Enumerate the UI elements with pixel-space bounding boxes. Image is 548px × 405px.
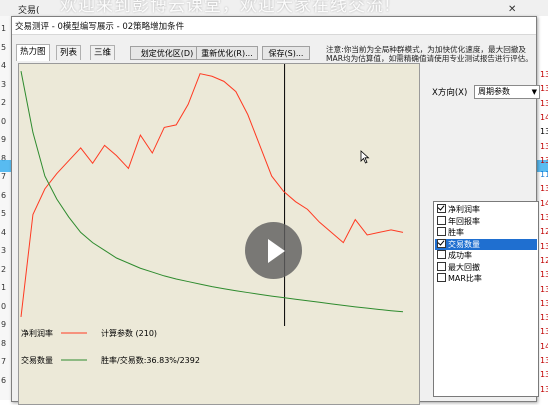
checkbox-icon[interactable] bbox=[437, 250, 446, 259]
metric-label: 成功率 bbox=[448, 251, 472, 260]
legend-profit-info: 计算参数 (210) bbox=[101, 329, 158, 338]
right-row-value: 13 bbox=[540, 127, 548, 137]
right-row-value: 13 bbox=[540, 241, 548, 251]
metric-list[interactable]: 净利润率年回报率胜率交易数量成功率最大回撤 MAR比率 bbox=[433, 201, 539, 397]
xdirection-select[interactable]: 周期参数 ▼ bbox=[474, 85, 540, 99]
right-row-value: 13 bbox=[540, 313, 548, 323]
left-row-number: 4 bbox=[1, 227, 7, 237]
left-row-number: 6 bbox=[1, 375, 7, 385]
right-row-value: 11 bbox=[540, 170, 548, 180]
play-icon bbox=[268, 239, 285, 263]
tab-heatmap[interactable]: 热力图 bbox=[16, 44, 50, 61]
right-row-value: 14 bbox=[540, 341, 548, 351]
checkbox-icon[interactable] bbox=[437, 227, 446, 236]
set-region-button[interactable]: 划定优化区(D) bbox=[130, 46, 204, 60]
optimization-dialog: 交易测评 - 0模型编写展示 - 02策略增加条件 热力图 列表 三维 划定优化… bbox=[11, 16, 540, 405]
right-row-value: 13 bbox=[540, 184, 548, 194]
chart-area[interactable]: 净利润率 计算参数 (210) 交易数量 胜率/交易数:36.83%/2392 bbox=[18, 63, 420, 405]
metric-item[interactable]: MAR比率 bbox=[435, 273, 537, 284]
metric-item[interactable]: 胜率 bbox=[435, 227, 537, 238]
dialog-title: 交易测评 - 0模型编写展示 - 02策略增加条件 bbox=[15, 22, 185, 32]
checkbox-icon[interactable] bbox=[437, 204, 446, 213]
checkbox-icon[interactable] bbox=[437, 261, 446, 271]
right-row-value: 12 bbox=[540, 255, 548, 265]
left-row-number: 3 bbox=[1, 79, 7, 89]
metric-item[interactable]: 交易数量 bbox=[435, 238, 537, 250]
right-row-value: 13 bbox=[540, 284, 548, 294]
series-line-profit bbox=[20, 73, 404, 317]
legend-profit-name: 净利润率 bbox=[21, 329, 53, 338]
left-row-number: 1 bbox=[1, 24, 7, 33]
right-row-value: 13 bbox=[540, 155, 548, 165]
legend-trades-name: 交易数量 bbox=[21, 356, 53, 365]
right-row-value: 12 bbox=[540, 227, 548, 237]
mouse-pointer-icon bbox=[360, 150, 370, 164]
metric-item[interactable]: 成功率 bbox=[435, 250, 537, 261]
left-row-number: 7 bbox=[1, 357, 7, 366]
left-row-number: 8 bbox=[1, 338, 7, 348]
watermark-banner: 欢迎来到彭博云课堂，欢迎大家在线交流! bbox=[60, 0, 392, 16]
xdirection-value: 周期参数 bbox=[478, 87, 510, 96]
right-row-value: 13 bbox=[540, 298, 548, 308]
right-row-value: 14 bbox=[540, 198, 548, 208]
left-row-number: 3 bbox=[1, 246, 7, 255]
left-row-number: 7 bbox=[1, 172, 7, 181]
save-button[interactable]: 保存(S)... bbox=[262, 46, 310, 60]
metric-label: 净利润率 bbox=[448, 205, 480, 214]
xdirection-label: X方向(X) bbox=[432, 88, 468, 98]
right-row-value: 13 bbox=[540, 213, 548, 222]
right-row-value: 13 bbox=[540, 270, 548, 280]
metric-label: 最大回撤 bbox=[448, 262, 480, 272]
right-row-value: 13 bbox=[540, 141, 548, 151]
tab-list[interactable]: 列表 bbox=[56, 45, 82, 60]
left-row-number: 0 bbox=[1, 301, 7, 311]
left-row-number: 9 bbox=[1, 135, 7, 144]
left-row-number: 4 bbox=[1, 61, 7, 70]
metric-label: 交易数量 bbox=[448, 239, 480, 249]
left-row-number: 6 bbox=[1, 190, 7, 200]
left-row-number: 2 bbox=[1, 98, 7, 107]
right-row-value: 13 bbox=[540, 70, 548, 79]
checkbox-icon[interactable] bbox=[437, 238, 446, 248]
left-row-number: 5 bbox=[1, 42, 7, 52]
series-line-trades bbox=[20, 71, 404, 313]
chevron-down-icon: ▼ bbox=[531, 88, 537, 96]
right-row-value: 13 bbox=[540, 84, 548, 94]
tab-3d[interactable]: 三维 bbox=[90, 45, 116, 60]
reoptimize-button[interactable]: 重新优化(R)... bbox=[196, 46, 258, 60]
metric-item[interactable]: 年回报率 bbox=[435, 215, 537, 227]
right-row-value: 13 bbox=[540, 370, 548, 380]
legend-trades-info: 胜率/交易数:36.83%/2392 bbox=[101, 356, 200, 365]
video-play-button[interactable] bbox=[245, 222, 302, 279]
metric-label: MAR比率 bbox=[448, 274, 482, 283]
left-row-number: 5 bbox=[1, 209, 7, 218]
right-row-value: 13 bbox=[540, 98, 548, 108]
left-row-number: 1 bbox=[1, 283, 7, 292]
dialog-titlebar: 交易测评 - 0模型编写展示 - 02策略增加条件 bbox=[12, 17, 536, 35]
right-row-value: 13 bbox=[540, 356, 548, 365]
right-row-value: 14 bbox=[540, 112, 548, 122]
metric-label: 年回报率 bbox=[448, 216, 480, 226]
left-row-number: 2 bbox=[1, 264, 7, 274]
metric-label: 胜率 bbox=[448, 228, 464, 237]
right-row-value: 13 bbox=[540, 384, 548, 394]
right-row-value: 13 bbox=[540, 327, 548, 337]
chart-svg bbox=[20, 64, 404, 361]
close-icon[interactable]: ✕ bbox=[508, 4, 516, 15]
left-row-number: 9 bbox=[1, 320, 7, 329]
checkbox-icon[interactable] bbox=[437, 215, 446, 225]
metric-item[interactable]: 最大回撤 bbox=[435, 261, 537, 273]
metric-item[interactable]: 净利润率 bbox=[435, 204, 537, 215]
checkbox-icon[interactable] bbox=[437, 273, 446, 282]
left-row-number: 0 bbox=[1, 116, 7, 126]
menu-trade[interactable]: 交易( bbox=[18, 3, 40, 16]
